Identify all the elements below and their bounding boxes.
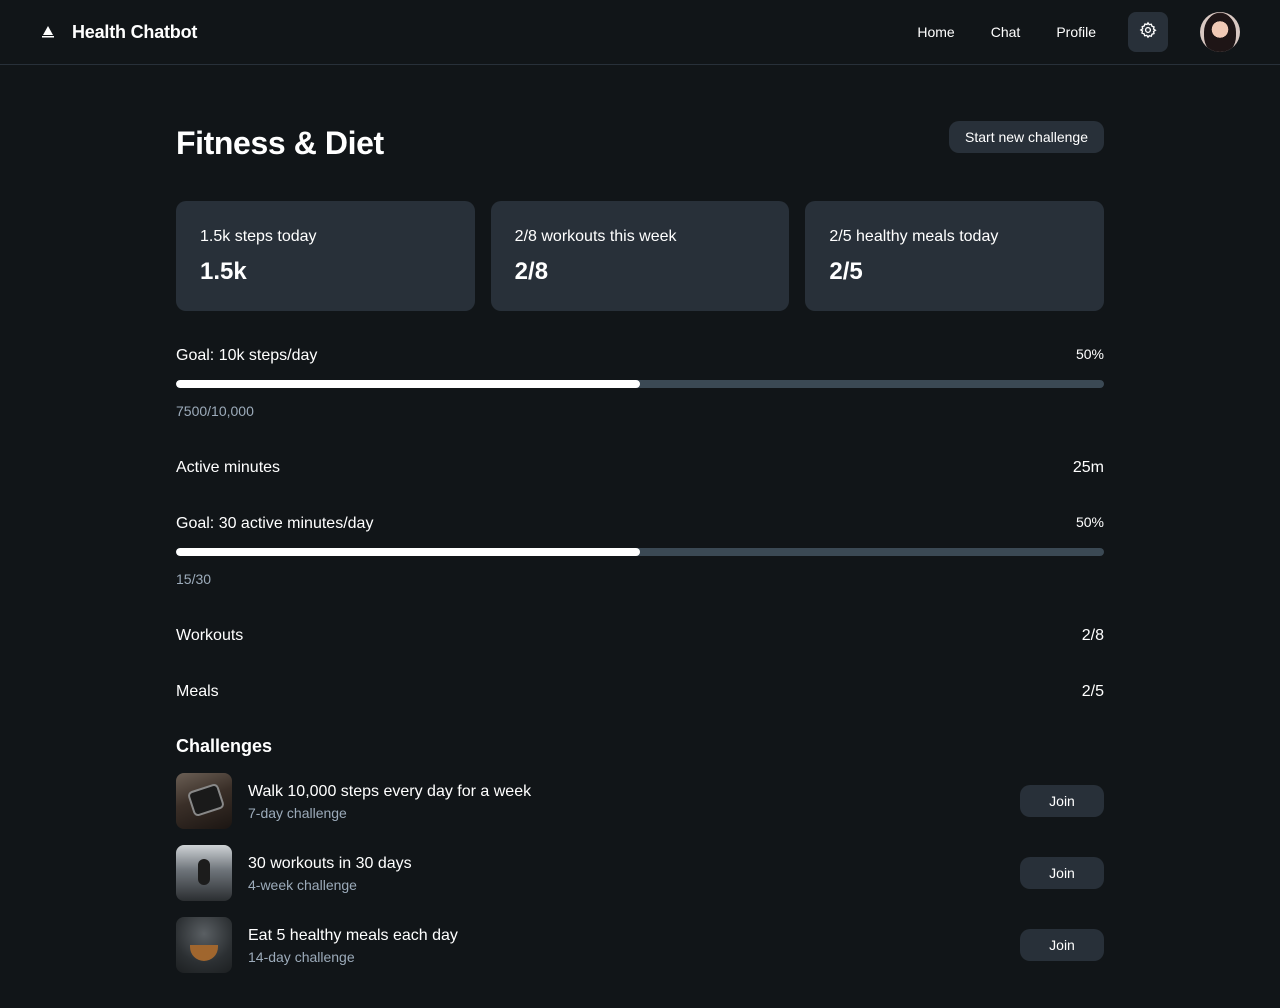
user-avatar[interactable] — [1200, 12, 1240, 52]
challenges-list: Walk 10,000 steps every day for a week 7… — [176, 773, 1104, 973]
challenges-heading: Challenges — [176, 736, 273, 756]
minutes-goal-percent: 50% — [1075, 514, 1104, 530]
main-content: Fitness & Diet Start new challenge 1.5k … — [176, 65, 1105, 973]
steps-goal-detail: 7500/10,000 — [176, 403, 254, 419]
top-navigation-bar: Health Chatbot Home Chat Profile — [0, 0, 1280, 65]
minutes-goal-progress: Goal: 30 active minutes/day 50% 15/30 — [176, 513, 1104, 588]
challenge-title: 30 workouts in 30 days — [248, 854, 412, 872]
main-nav: Home Chat Profile — [917, 24, 1096, 40]
nav-link-home[interactable]: Home — [917, 24, 954, 40]
minutes-progress-track — [176, 548, 1104, 556]
challenge-duration: 4-week challenge — [248, 876, 357, 893]
workouts-label: Workouts — [176, 627, 244, 644]
meals-row: Meals 2/5 — [176, 681, 1104, 703]
minutes-progress-fill — [176, 548, 640, 556]
active-minutes-row: Active minutes 25m — [176, 457, 1104, 479]
challenge-item: 30 workouts in 30 days 4-week challenge … — [176, 845, 1104, 901]
app-title: Health Chatbot — [72, 21, 198, 42]
smartwatch-image — [176, 773, 232, 829]
meals-value: 2/5 — [1081, 683, 1104, 700]
logo-icon — [40, 24, 56, 40]
steps-goal-progress: Goal: 10k steps/day 50% 7500/10,000 — [176, 345, 1104, 420]
gear-icon — [1139, 21, 1157, 44]
minutes-goal-detail: 15/30 — [176, 571, 212, 587]
workouts-card: 2/8 workouts this week 2/8 — [490, 201, 790, 311]
meals-label: Meals — [176, 683, 219, 700]
meals-card-label: 2/5 healthy meals today — [829, 228, 999, 245]
gym-workout-image — [176, 845, 232, 901]
meals-card: 2/5 healthy meals today 2/5 — [805, 201, 1105, 311]
challenge-duration: 7-day challenge — [248, 804, 347, 821]
workouts-card-value: 2/8 — [514, 258, 549, 285]
nav-link-chat[interactable]: Chat — [991, 24, 1021, 40]
challenge-title: Eat 5 healthy meals each day — [248, 926, 458, 944]
steps-progress-fill — [176, 380, 640, 388]
steps-card-value: 1.5k — [200, 258, 247, 285]
steps-card: 1.5k steps today 1.5k — [176, 201, 475, 311]
active-minutes-label: Active minutes — [176, 459, 281, 476]
join-button[interactable]: Join — [1020, 857, 1104, 889]
steps-card-label: 1.5k steps today — [200, 228, 317, 245]
workouts-card-label: 2/8 workouts this week — [514, 228, 677, 245]
meals-card-value: 2/5 — [829, 258, 863, 285]
minutes-goal-label: Goal: 30 active minutes/day — [176, 515, 374, 532]
nav-link-profile[interactable]: Profile — [1056, 24, 1096, 40]
join-button[interactable]: Join — [1020, 785, 1104, 817]
steps-goal-percent: 50% — [1075, 346, 1104, 362]
steps-progress-track — [176, 380, 1104, 388]
workouts-row: Workouts 2/8 — [176, 625, 1104, 647]
steps-goal-label: Goal: 10k steps/day — [176, 347, 318, 364]
summary-cards: 1.5k steps today 1.5k 2/8 workouts this … — [176, 201, 1105, 311]
challenge-duration: 14-day challenge — [248, 948, 355, 965]
salad-bowl-image — [176, 917, 232, 973]
join-button[interactable]: Join — [1020, 929, 1104, 961]
start-new-challenge-button[interactable]: Start new challenge — [949, 121, 1104, 153]
settings-button[interactable] — [1128, 12, 1168, 52]
page-title: Fitness & Diet — [176, 125, 384, 161]
workouts-value: 2/8 — [1081, 627, 1104, 644]
active-minutes-value: 25m — [1072, 459, 1104, 476]
brand[interactable]: Health Chatbot — [40, 22, 197, 43]
challenge-item: Eat 5 healthy meals each day 14-day chal… — [176, 917, 1104, 973]
page-header: Fitness & Diet Start new challenge — [176, 121, 1104, 163]
challenge-item: Walk 10,000 steps every day for a week 7… — [176, 773, 1104, 829]
challenge-title: Walk 10,000 steps every day for a week — [248, 782, 532, 800]
